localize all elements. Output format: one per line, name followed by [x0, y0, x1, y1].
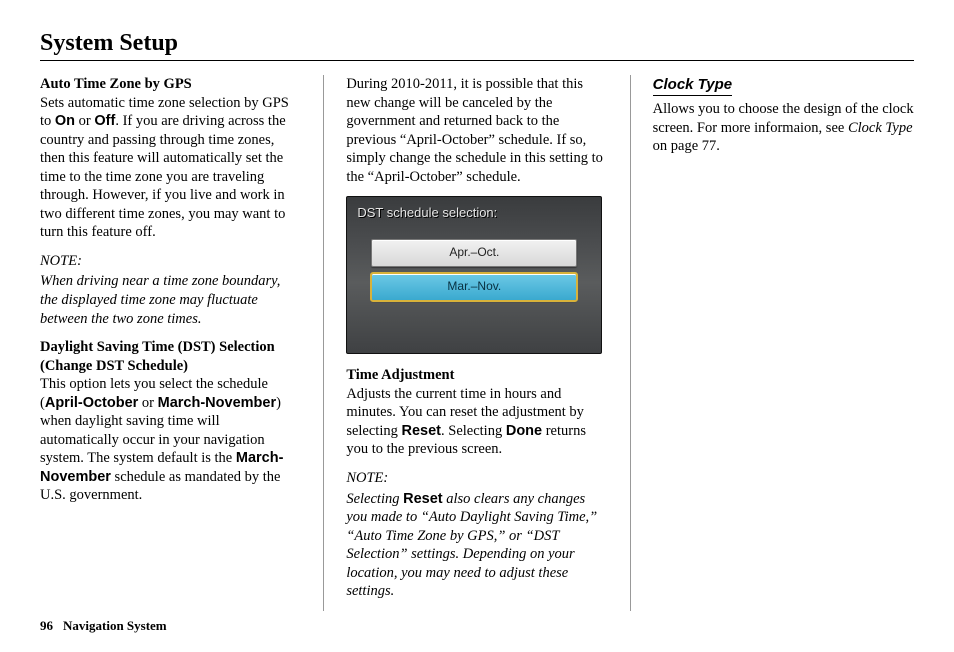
time-adj-body-b: . Selecting	[441, 423, 506, 439]
content-columns: Auto Time Zone by GPS Sets automatic tim…	[40, 75, 914, 611]
auto-tz-body-b: or	[75, 113, 94, 129]
time-adj-heading: Time Adjustment	[346, 367, 454, 383]
auto-tz-on: On	[55, 113, 75, 129]
column-2: During 2010-2011, it is possible that th…	[346, 75, 607, 611]
clock-type-heading: Clock Type	[653, 75, 732, 96]
dst-body-b: or	[138, 395, 157, 411]
auto-tz-off: Off	[94, 113, 115, 129]
note-2-reset: Reset	[403, 491, 443, 507]
auto-tz-body-c: . If you are driving across the country …	[40, 113, 286, 240]
column-3: Clock Type Allows you to choose the desi…	[653, 75, 914, 611]
dst-opt1: April-October	[45, 395, 138, 411]
clock-type-body: Allows you to choose the design of the c…	[653, 100, 914, 156]
column-divider-2	[630, 75, 631, 611]
auto-tz-section: Auto Time Zone by GPS Sets automatic tim…	[40, 75, 301, 242]
time-adjustment-section: Time Adjustment Adjusts the current time…	[346, 366, 607, 459]
column-divider-1	[323, 75, 324, 611]
note-1-label: NOTE:	[40, 252, 301, 271]
dst-screen-title: DST schedule selection:	[357, 205, 593, 222]
dst-intro: During 2010-2011, it is possible that th…	[346, 75, 607, 186]
footer-label: Navigation System	[63, 618, 167, 633]
dst-option-apr-oct[interactable]: Apr.–Oct.	[371, 239, 577, 267]
time-adj-done: Done	[506, 423, 542, 439]
page-footer: 96 Navigation System	[40, 618, 167, 634]
note-1-body: When driving near a time zone boundary, …	[40, 272, 301, 328]
page-number: 96	[40, 618, 53, 633]
dst-screenshot: DST schedule selection: Apr.–Oct. Mar.–N…	[346, 196, 602, 354]
clock-type-section: Clock Type Allows you to choose the desi…	[653, 75, 914, 156]
page-title: System Setup	[40, 30, 914, 61]
note-2-body: Selecting Reset also clears any changes …	[346, 490, 607, 601]
auto-tz-heading: Auto Time Zone by GPS	[40, 76, 192, 92]
note-2-label: NOTE:	[346, 469, 607, 488]
dst-option-mar-nov[interactable]: Mar.–Nov.	[371, 273, 577, 301]
column-1: Auto Time Zone by GPS Sets automatic tim…	[40, 75, 301, 611]
clock-type-body-b: on page 77.	[653, 138, 720, 154]
note-2-body-a: Selecting	[346, 491, 403, 507]
dst-opt2: March-November	[158, 395, 276, 411]
clock-type-ref: Clock Type	[848, 120, 913, 136]
time-adj-reset: Reset	[402, 423, 442, 439]
dst-section: Daylight Saving Time (DST) Selection (Ch…	[40, 338, 301, 505]
dst-heading: Daylight Saving Time (DST) Selection (Ch…	[40, 339, 275, 374]
